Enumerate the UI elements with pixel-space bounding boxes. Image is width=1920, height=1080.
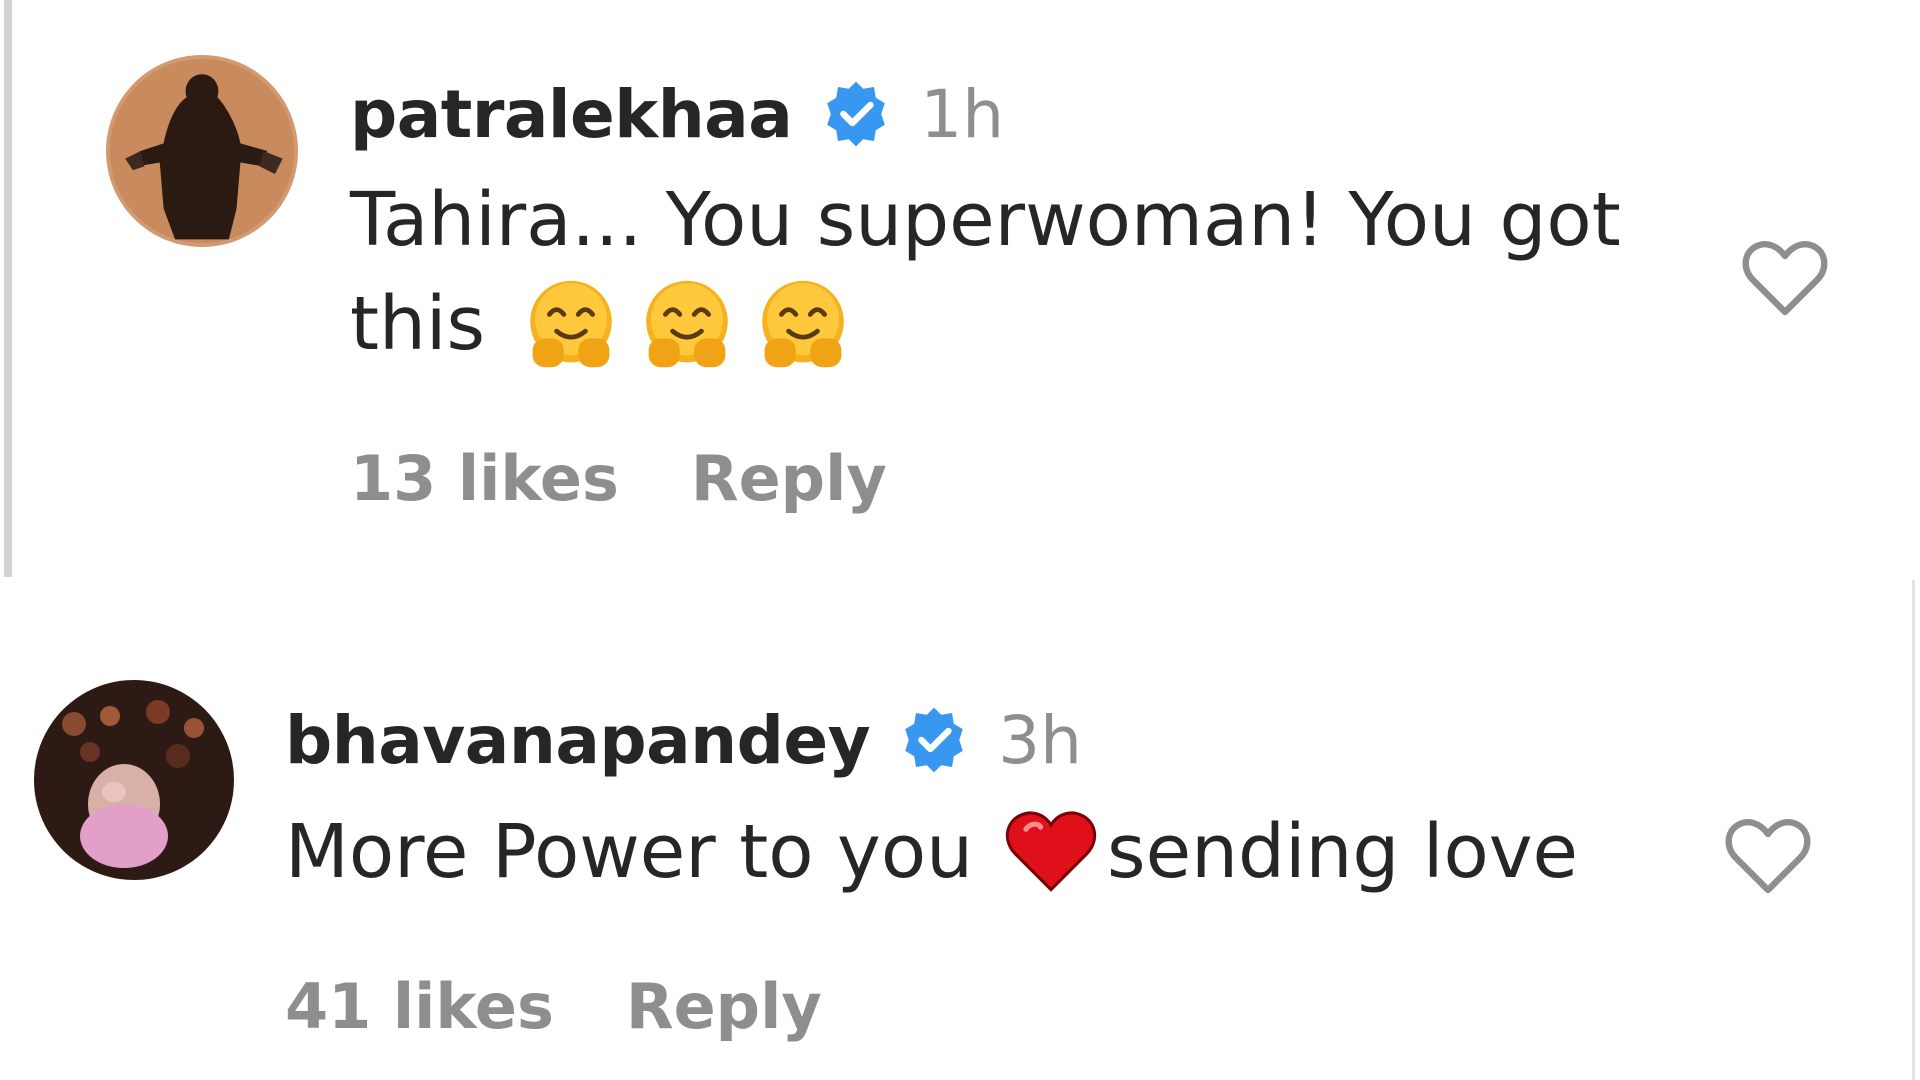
comment-header: bhavanapandey 3h xyxy=(285,692,1082,788)
comment-text-segment: sending love xyxy=(1107,809,1579,895)
comment-text-line: this xyxy=(350,281,486,367)
avatar[interactable] xyxy=(34,680,234,880)
comment-timestamp[interactable]: 3h xyxy=(998,702,1082,779)
username[interactable]: bhavanapandey xyxy=(285,702,871,779)
likes-count[interactable]: 41 likes xyxy=(285,970,554,1043)
verified-badge-icon xyxy=(820,78,892,150)
comment-timestamp[interactable]: 1h xyxy=(920,76,1004,153)
hugging-face-icon xyxy=(639,276,735,372)
like-heart-icon[interactable] xyxy=(1737,230,1833,326)
comment-actions: 41 likes Reply xyxy=(285,970,822,1043)
red-heart-icon xyxy=(1001,800,1101,900)
hugging-face-icon xyxy=(755,276,851,372)
thread-divider xyxy=(4,0,12,577)
comment-header: patralekhaa 1h xyxy=(350,66,1004,162)
reply-button[interactable]: Reply xyxy=(691,442,887,515)
comment-text: More Power to you sending love xyxy=(285,800,1705,906)
like-heart-icon[interactable] xyxy=(1720,808,1816,904)
comment-text-line: Tahira... You superwoman! You got xyxy=(350,177,1621,263)
avatar-photo xyxy=(106,55,298,247)
verified-badge-icon xyxy=(898,704,970,776)
reply-button[interactable]: Reply xyxy=(626,970,822,1043)
hugging-face-icon xyxy=(523,276,619,372)
avatar-photo xyxy=(34,680,234,880)
scroll-edge xyxy=(1912,580,1915,1080)
comment-thread: patralekhaa 1h Tahira... You superwoman!… xyxy=(0,0,1920,1080)
likes-count[interactable]: 13 likes xyxy=(350,442,619,515)
comment-text: Tahira... You superwoman! You got this xyxy=(350,168,1690,376)
username[interactable]: patralekhaa xyxy=(350,76,793,153)
comment-text-segment: More Power to you xyxy=(285,809,974,895)
avatar[interactable] xyxy=(106,55,298,247)
comment-actions: 13 likes Reply xyxy=(350,442,887,515)
